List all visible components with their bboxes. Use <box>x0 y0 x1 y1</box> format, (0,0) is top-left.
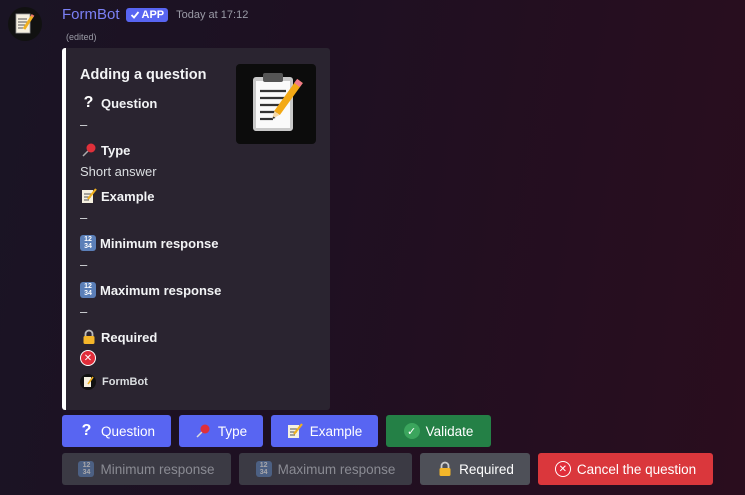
minimum-response-button-label: Minimum response <box>100 461 215 477</box>
bot-avatar[interactable] <box>8 7 42 41</box>
field-maximum-response: 12 34 Maximum response – <box>80 281 221 319</box>
field-type: Type Short answer <box>80 141 157 179</box>
pushpin-icon <box>195 423 212 440</box>
field-maximum-response-name: Maximum response <box>100 282 222 298</box>
minimum-response-button[interactable]: 12 34 Minimum response <box>62 453 231 485</box>
embed-thumbnail[interactable] <box>236 64 316 144</box>
cancel-question-button[interactable]: ✕ Cancel the question <box>538 453 713 485</box>
example-button-label: Example <box>309 423 363 439</box>
field-example-value: – <box>80 209 88 225</box>
pushpin-icon <box>80 142 97 159</box>
question-button[interactable]: ? Question <box>62 415 171 447</box>
field-minimum-response: 12 34 Minimum response – <box>80 234 218 272</box>
check-icon: ✓ <box>403 423 420 439</box>
edited-label: (edited) <box>66 32 97 42</box>
field-question-value: – <box>80 116 88 132</box>
maximum-response-button[interactable]: 12 34 Maximum response <box>239 453 412 485</box>
field-required-value: ✕ <box>80 350 157 366</box>
question-icon: ? <box>83 94 94 111</box>
required-button[interactable]: Required <box>420 453 530 485</box>
verified-check-icon <box>130 10 139 19</box>
numbers-icon: 12 34 <box>78 461 95 477</box>
required-button-label: Required <box>459 461 514 477</box>
memo-icon <box>15 13 35 34</box>
field-required-name: Required <box>101 329 158 345</box>
numbers-icon: 12 34 <box>255 461 272 477</box>
example-button[interactable]: Example <box>271 415 378 447</box>
field-example: Example – <box>80 187 154 225</box>
memo-icon <box>287 423 304 440</box>
type-button[interactable]: Type <box>179 415 263 447</box>
field-question-name: Question <box>101 95 158 111</box>
app-badge: APP <box>125 7 169 22</box>
question-icon: ? <box>81 422 92 439</box>
lock-icon <box>436 461 453 478</box>
validate-button-label: Validate <box>425 423 474 439</box>
field-question: ? Question – <box>80 94 157 132</box>
field-type-name: Type <box>101 142 131 158</box>
cancel-question-button-label: Cancel the question <box>576 461 697 477</box>
embed-card: Adding a question ? Question – Type Shor… <box>62 48 330 410</box>
embed-footer: FormBot <box>80 374 148 390</box>
embed-footer-text: FormBot <box>102 376 148 388</box>
username[interactable]: FormBot <box>62 6 120 23</box>
question-button-label: Question <box>100 423 156 439</box>
memo-icon <box>80 374 96 390</box>
cross-mark-icon: ✕ <box>554 461 571 477</box>
maximum-response-button-label: Maximum response <box>277 461 396 477</box>
field-minimum-response-value: – <box>80 256 88 272</box>
lock-icon <box>80 329 97 346</box>
field-maximum-response-value: – <box>80 303 88 319</box>
numbers-icon: 12 34 <box>80 282 96 298</box>
validate-button[interactable]: ✓ Validate <box>386 415 491 447</box>
field-example-name: Example <box>101 188 155 204</box>
message-header: FormBot APP Today at 17:12 <box>62 6 248 23</box>
numbers-icon: 12 34 <box>80 235 96 251</box>
field-required: Required ✕ <box>80 328 157 366</box>
type-button-label: Type <box>217 423 248 439</box>
memo-icon <box>80 188 97 205</box>
field-minimum-response-name: Minimum response <box>100 235 219 251</box>
cross-mark-icon: ✕ <box>80 350 96 366</box>
embed-title: Adding a question <box>80 67 207 83</box>
clipboard-pencil-icon <box>253 73 303 131</box>
timestamp[interactable]: Today at 17:12 <box>176 9 248 21</box>
app-badge-label: APP <box>141 8 165 21</box>
field-type-value: Short answer <box>80 163 157 179</box>
